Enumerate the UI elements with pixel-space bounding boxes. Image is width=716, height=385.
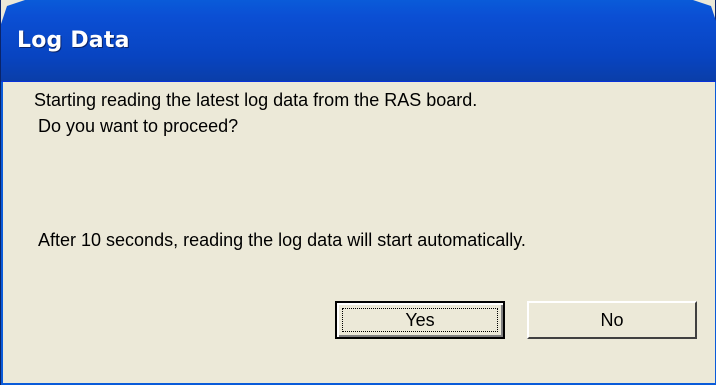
- dialog-content: Starting reading the latest log data fro…: [1, 82, 716, 385]
- log-data-dialog: Log Data Starting reading the latest log…: [0, 0, 716, 385]
- yes-button[interactable]: Yes: [335, 301, 505, 339]
- message-line-1: Starting reading the latest log data fro…: [34, 90, 478, 110]
- no-button-label: No: [600, 309, 624, 330]
- message-line-2: Do you want to proceed?: [38, 116, 239, 136]
- auto-start-notice: After 10 seconds, reading the log data w…: [38, 230, 526, 250]
- title-bar[interactable]: Log Data: [1, 0, 716, 82]
- focus-ring: [342, 308, 498, 332]
- dialog-title: Log Data: [17, 28, 130, 53]
- no-button[interactable]: No: [527, 301, 697, 339]
